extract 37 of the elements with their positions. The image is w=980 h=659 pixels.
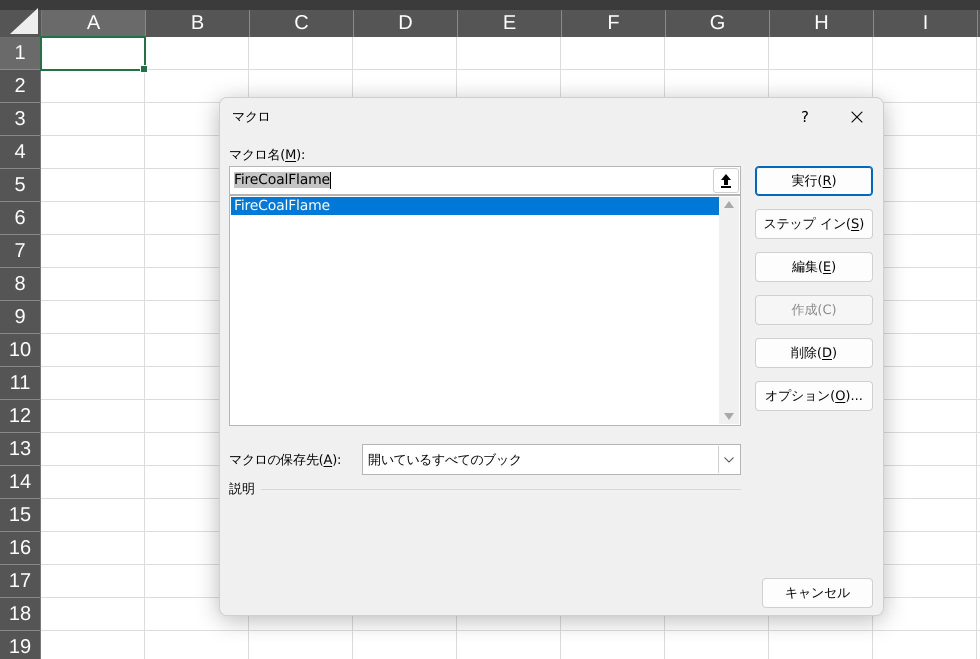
row-header[interactable]: 14 [0, 466, 41, 499]
cancel-button[interactable]: キャンセル [762, 578, 873, 608]
row-header[interactable]: 5 [0, 169, 41, 202]
location-label: マクロの保存先(A): [229, 452, 342, 468]
row-header[interactable]: 18 [0, 598, 41, 631]
dialog-title: マクロ [232, 109, 272, 126]
row-header[interactable]: 16 [0, 532, 41, 565]
dialog-button[interactable]: 編集(E) [755, 252, 873, 282]
dialog-button[interactable]: 実行(R) [755, 166, 873, 196]
macro-name-label: マクロ名(M): [229, 148, 306, 163]
description-label: 説明 [229, 481, 255, 498]
dialog-button[interactable]: 削除(D) [755, 338, 873, 368]
dialog-button[interactable]: ステップ イン(S) [755, 209, 873, 239]
row-header[interactable]: 4 [0, 136, 41, 169]
macro-name-field[interactable]: FireCoalFlame [229, 166, 741, 195]
row-header[interactable]: 7 [0, 235, 41, 268]
row-header[interactable]: 3 [0, 103, 41, 136]
row-header[interactable]: 1 [0, 37, 41, 70]
help-button[interactable]: ? [779, 98, 831, 136]
row-header[interactable]: 10 [0, 334, 41, 367]
column-header[interactable]: A [42, 10, 146, 37]
row-header[interactable]: 11 [0, 367, 41, 400]
select-all-icon[interactable] [10, 8, 38, 34]
row-header[interactable]: 2 [0, 70, 41, 103]
row-header[interactable]: 12 [0, 400, 41, 433]
macro-list-item[interactable]: FireCoalFlame [231, 197, 719, 215]
row-header[interactable]: 19 [0, 631, 41, 659]
row-header[interactable]: 13 [0, 433, 41, 466]
row-header[interactable]: 6 [0, 202, 41, 235]
location-dropdown[interactable]: 開いているすべてのブック [362, 444, 741, 475]
row-header[interactable]: 15 [0, 499, 41, 532]
row-header[interactable]: 9 [0, 301, 41, 334]
chevron-down-icon[interactable] [724, 456, 734, 462]
row-header[interactable]: 17 [0, 565, 41, 598]
row-header[interactable]: 8 [0, 268, 41, 301]
dialog-button[interactable]: オプション(O)... [755, 381, 873, 411]
close-button[interactable]: × [831, 98, 883, 136]
